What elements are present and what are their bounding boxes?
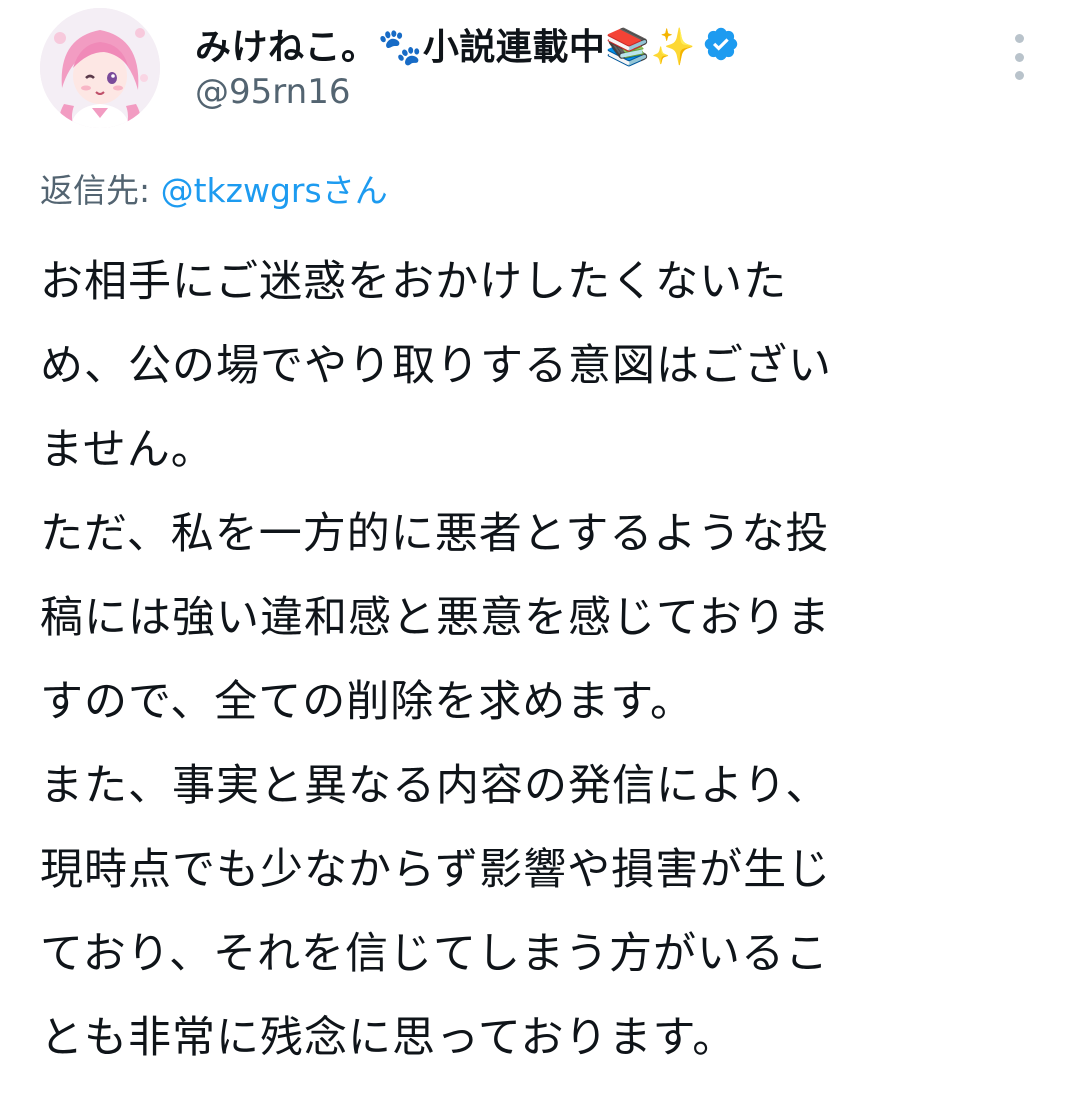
tweet-line: とも非常に残念に思っております。 [40,1013,737,1063]
tweet-line: ただ、私を一方的に悪者とするような投 [40,509,830,559]
tweet: みけねこ。🐾小説連載中📚✨ @95rn16 返信先: @tkzwgrsさん お相… [0,0,1080,1095]
user-handle[interactable]: @95rn16 [195,72,350,112]
tweet-line: お相手にご迷惑をおかけしたくないた [40,257,788,307]
tweet-line: 稿には強い違和感と悪意を感じておりま [40,593,831,643]
tweet-line: また、事実と異なる内容の発信により、 [40,761,830,811]
reply-mention-link[interactable]: @tkzwgrsさん [161,171,388,210]
reply-mention-suffix: さん [321,171,388,210]
verified-badge-icon [704,27,738,61]
more-dot [1014,34,1024,43]
tweet-line: め、公の場でやり取りする意図はござい [40,341,832,391]
tweet-line: ません。 [40,425,215,475]
tweet-line: ており、それを信じてしまう方がいるこ [40,929,829,979]
tweet-line: すので、全ての削除を求めます。 [40,677,694,727]
display-name[interactable]: みけねこ。🐾小説連載中📚✨ [195,18,696,70]
reply-to-prefix: 返信先: [40,171,161,210]
more-options-icon[interactable] [1004,34,1034,80]
tweet-text: お相手にご迷惑をおかけしたくないた め、公の場でやり取りする意図はござい ません… [40,240,1050,1080]
user-name-row: みけねこ。🐾小説連載中📚✨ [195,18,740,70]
more-dot [1014,71,1024,80]
reply-mention: @tkzwgrs [160,171,322,210]
more-dot [1014,52,1024,62]
anime-avatar-icon [40,8,160,128]
tweet-line: 現時点でも少なからず影響や損害が生じ [40,845,832,895]
reply-to: 返信先: @tkzwgrsさん [40,164,388,212]
avatar[interactable] [40,8,160,128]
